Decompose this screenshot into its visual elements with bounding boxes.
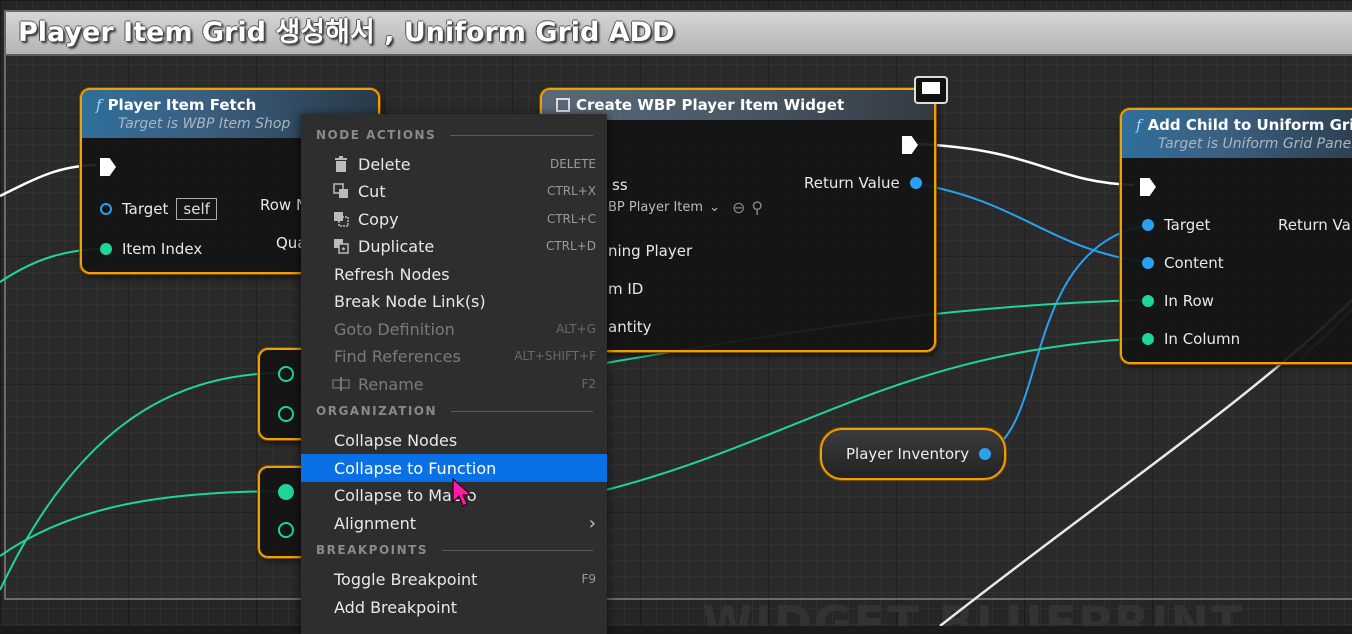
menu-item-copy[interactable]: Copy CTRL+C (301, 205, 607, 233)
variable-label: Player Inventory (846, 445, 970, 463)
menu-item-toggle-breakpoint[interactable]: Toggle Breakpoint F9 (301, 565, 607, 593)
client-only-icon (914, 76, 948, 104)
duplicate-icon (332, 237, 350, 255)
cut-icon (332, 182, 350, 200)
context-menu: NODE ACTIONS Delete DELETE Cut CTRL+X Co… (301, 114, 607, 634)
pin-label-content: Content (1164, 254, 1224, 272)
int-pin[interactable] (278, 406, 294, 422)
item-index-pin[interactable] (100, 243, 112, 255)
object-wire (911, 182, 1147, 263)
section-header-node-actions: NODE ACTIONS (316, 128, 437, 142)
chevron-down-icon[interactable]: ⌄ (709, 200, 720, 215)
function-icon: f (1136, 116, 1142, 134)
content-pin[interactable] (1142, 257, 1154, 269)
menu-label: Rename (358, 374, 424, 394)
player-inventory-pin[interactable] (979, 448, 992, 460)
node-title: Player Item Fetch (107, 96, 257, 114)
target-pin[interactable] (100, 203, 112, 215)
pin-label-owning-player: ning Player (608, 242, 693, 260)
menu-shortcut: ALT+SHIFT+F (514, 349, 596, 363)
menu-label: Toggle Breakpoint (334, 569, 478, 589)
section-header-organization: ORGANIZATION (316, 404, 438, 418)
node-title: Add Child to Uniform Grid (1147, 116, 1352, 134)
menu-item-alignment[interactable]: Alignment › (301, 509, 607, 537)
menu-label: Add Breakpoint (334, 597, 457, 617)
menu-label: Cut (358, 181, 386, 201)
menu-label: Collapse to Function (334, 458, 497, 478)
return-value-pin[interactable] (909, 177, 922, 189)
menu-label: Refresh Nodes (334, 264, 450, 284)
pin-label-item-id: m ID (608, 280, 644, 298)
function-icon: f (96, 96, 102, 114)
target-pin[interactable] (1142, 219, 1154, 231)
menu-item-add-breakpoint[interactable]: Add Breakpoint (301, 593, 607, 621)
pin-label-in-column: In Column (1164, 330, 1241, 348)
pin-label-target: Target (122, 200, 169, 218)
rename-icon (332, 375, 350, 393)
menu-label: Goto Definition (334, 319, 455, 339)
exec-in-pin[interactable] (100, 158, 116, 176)
int-wire (0, 371, 287, 591)
menu-shortcut: CTRL+X (546, 184, 596, 198)
search-icon[interactable]: ⚲ (751, 198, 763, 217)
menu-item-cut[interactable]: Cut CTRL+X (301, 177, 607, 205)
menu-item-duplicate[interactable]: Duplicate CTRL+D (301, 232, 607, 260)
exec-wire (917, 142, 1135, 187)
menu-shortcut: DELETE (549, 157, 596, 171)
node-header: f Add Child to Uniform Grid Target is Uni… (1122, 110, 1352, 158)
int-pin[interactable] (278, 484, 294, 500)
copy-icon (332, 210, 350, 228)
class-dropdown[interactable]: BP Player Item (608, 200, 703, 215)
in-row-pin[interactable] (1142, 295, 1154, 307)
add-child-uniform-grid-node[interactable]: f Add Child to Uniform Grid Target is Uni… (1120, 108, 1352, 364)
node-subtitle: Target is Uniform Grid Panel (1158, 136, 1352, 152)
menu-item-collapse-nodes[interactable]: Collapse Nodes (301, 426, 607, 454)
pin-label-in-row: In Row (1164, 292, 1214, 310)
menu-shortcut: CTRL+C (546, 212, 596, 226)
int-wire (0, 490, 287, 557)
exec-out-pin[interactable] (902, 136, 918, 154)
chevron-right-icon: › (588, 512, 596, 534)
menu-label: Find References (334, 346, 461, 366)
menu-item-break-node-links[interactable]: Break Node Link(s) (301, 287, 607, 315)
widget-icon (556, 98, 570, 112)
target-self-field[interactable]: self (176, 198, 217, 220)
pin-label-class: ss (612, 176, 628, 194)
menu-item-goto-definition[interactable]: Goto Definition ALT+G (301, 315, 607, 343)
pin-label-return: Return Value (1278, 216, 1352, 234)
pin-label-item-index: Item Index (122, 240, 203, 258)
menu-label: Break Node Link(s) (334, 291, 486, 311)
menu-shortcut: ALT+G (556, 322, 596, 336)
mouse-cursor-icon (452, 478, 473, 507)
use-selected-icon[interactable]: ⊖ (732, 198, 745, 217)
menu-label: Delete (358, 154, 411, 174)
pin-label-target: Target (1164, 216, 1211, 234)
trash-icon (332, 155, 350, 173)
exec-in-pin[interactable] (1140, 178, 1156, 196)
blueprint-graph-canvas[interactable]: Player Item Grid 생성해서 , Uniform Grid ADD… (0, 0, 1352, 626)
player-inventory-variable-node[interactable]: Player Inventory (820, 428, 1006, 480)
menu-item-find-references[interactable]: Find References ALT+SHIFT+F (301, 342, 607, 370)
menu-shortcut: F9 (581, 572, 596, 586)
menu-shortcut: CTRL+D (545, 239, 596, 253)
menu-item-delete[interactable]: Delete DELETE (301, 150, 607, 178)
pin-label-quantity: antity (608, 318, 652, 336)
int-pin[interactable] (278, 366, 294, 382)
menu-label: Duplicate (358, 236, 435, 256)
node-title: Create WBP Player Item Widget (576, 96, 845, 114)
menu-item-refresh-nodes[interactable]: Refresh Nodes (301, 260, 607, 288)
menu-label: Alignment (334, 513, 416, 533)
in-column-pin[interactable] (1142, 333, 1154, 345)
menu-item-rename[interactable]: Rename F2 (301, 370, 607, 398)
int-pin[interactable] (278, 522, 294, 538)
menu-shortcut: F2 (581, 377, 596, 391)
section-header-breakpoints: BREAKPOINTS (316, 543, 429, 557)
menu-label: Collapse Nodes (334, 430, 458, 450)
pin-label-return: Return Value (804, 174, 900, 192)
menu-label: Copy (358, 209, 399, 229)
